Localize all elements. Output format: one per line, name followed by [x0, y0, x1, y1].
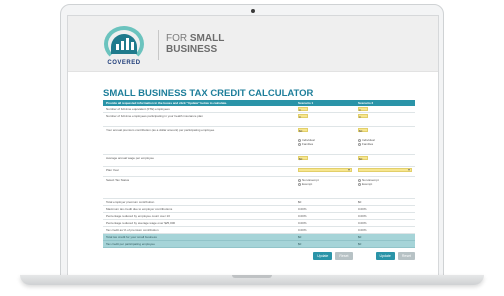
wage-input-s2[interactable]: $0: [358, 156, 368, 161]
exempt-radio-s2[interactable]: Exempt: [358, 182, 412, 186]
action-buttons: Update Reset Update Reset: [103, 252, 415, 260]
laptop-lid: COVERED FOR SMALL BUSINESS SMALL BUSINES…: [60, 4, 444, 277]
fte-input-s1[interactable]: 0: [298, 107, 308, 112]
exempt-radio-s1[interactable]: Exempt: [298, 182, 352, 186]
result-row: Percentage reduced by employee count ove…: [103, 212, 415, 220]
total-value-s1: $0: [295, 233, 355, 241]
tax-status-label: Select Tax Status: [103, 176, 295, 199]
fte-plan-row: Number of full-time employees participat…: [103, 112, 415, 127]
result-row: Tax credit as % of premium contribution …: [103, 226, 415, 234]
total-row: Tax credit per participating employee $0…: [103, 240, 415, 248]
total-label: Total tax credit for your small business: [103, 233, 295, 241]
plan-year-label: Plan Year: [103, 166, 295, 177]
result-label: Percentage reduced by employee count ove…: [103, 212, 295, 220]
total-value-s1: $0: [295, 240, 355, 248]
result-label: Maximum tax credit due to employer contr…: [103, 205, 295, 213]
wage-input-s1[interactable]: $0: [298, 156, 308, 161]
result-value-s1: 0.00%: [295, 226, 355, 234]
tax-calculator: Provide all requested information in the…: [103, 100, 415, 260]
result-value-s2: 0.00%: [355, 205, 415, 213]
wage-row: Average annual wage per employee $0 $0: [103, 154, 415, 167]
site-header: COVERED FOR SMALL BUSINESS: [68, 16, 438, 72]
plan-year-row: Plan Year: [103, 166, 415, 177]
laptop-notch: [232, 275, 272, 278]
wage-label: Average annual wage per employee: [103, 154, 295, 167]
laptop-base: [20, 275, 484, 285]
logo-text: COVERED: [107, 60, 141, 66]
premium-input-s2[interactable]: $0: [358, 128, 368, 133]
fte-plan-label: Number of full-time employees participat…: [103, 112, 295, 127]
brand-text: FOR SMALL BUSINESS: [166, 33, 224, 55]
result-value-s1: 0.00%: [295, 205, 355, 213]
camera-icon: [251, 9, 255, 13]
result-value-s2: 0.00%: [355, 212, 415, 220]
result-value-s1: 0.00%: [295, 212, 355, 220]
premium-label: Your annual premium contribution (as a d…: [103, 126, 295, 155]
result-label: Total employer premium contribution: [103, 198, 295, 206]
fte-plan-input-s1[interactable]: 0: [298, 114, 308, 119]
total-row: Total tax credit for your small business…: [103, 233, 415, 241]
plan-year-select-s2[interactable]: [358, 167, 412, 172]
result-value-s1: 0.00%: [295, 219, 355, 227]
update-button-s2[interactable]: Update: [375, 252, 395, 260]
laptop-screen: COVERED FOR SMALL BUSINESS SMALL BUSINES…: [67, 15, 439, 277]
brand-for: FOR: [166, 33, 188, 44]
brand-business: BUSINESS: [166, 44, 218, 55]
total-label: Tax credit per participating employee: [103, 240, 295, 248]
header-divider: [158, 30, 159, 60]
brand-small: SMALL: [189, 33, 225, 44]
calculator-table: Provide all requested information in the…: [103, 100, 415, 248]
update-button-s1[interactable]: Update: [313, 252, 333, 260]
result-value-s2: 0.00%: [355, 219, 415, 227]
total-value-s2: $0: [355, 240, 415, 248]
plan-year-select-s1[interactable]: [298, 167, 352, 172]
families-radio-s2[interactable]: Families: [358, 142, 412, 146]
result-label: Tax credit as % of premium contribution: [103, 226, 295, 234]
result-row: Maximum tax credit due to employer contr…: [103, 205, 415, 213]
total-value-s2: $0: [355, 233, 415, 241]
result-label: Percentage reduced by average wage over …: [103, 219, 295, 227]
premium-row: Your annual premium contribution (as a d…: [103, 126, 415, 155]
covered-logo[interactable]: COVERED: [96, 26, 152, 70]
scenario1-buttons: Update Reset: [313, 252, 353, 260]
result-value-s2: $0: [355, 198, 415, 206]
result-row: Total employer premium contribution $0 $…: [103, 198, 415, 206]
result-value-s1: $0: [295, 198, 355, 206]
scenario2-buttons: Update Reset: [375, 252, 415, 260]
reset-button-s2[interactable]: Reset: [397, 252, 415, 260]
page-title: SMALL BUSINESS TAX CREDIT CALCULATOR: [103, 88, 314, 99]
result-row: Percentage reduced by average wage over …: [103, 219, 415, 227]
families-radio-s1[interactable]: Families: [298, 142, 352, 146]
reset-button-s1[interactable]: Reset: [335, 252, 353, 260]
premium-input-s1[interactable]: $0: [298, 128, 308, 133]
fte-input-s2[interactable]: 0: [358, 107, 368, 112]
fte-plan-input-s2[interactable]: 0: [358, 114, 368, 119]
logo-bars-icon: [116, 38, 134, 50]
tax-status-row: Select Tax Status Non-Exempt Exempt Non-…: [103, 176, 415, 199]
result-value-s2: 0.00%: [355, 226, 415, 234]
